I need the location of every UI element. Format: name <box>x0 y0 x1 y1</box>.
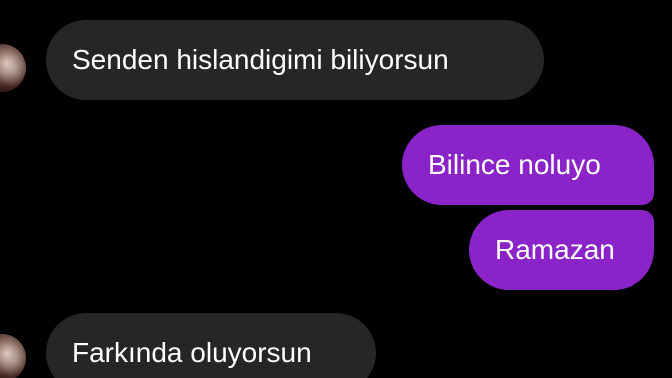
incoming-message-bubble[interactable]: Senden hislandigimi biliyorsun <box>46 20 544 100</box>
message-text: Bilince noluyo <box>428 149 601 180</box>
message-text: Farkında oluyorsun <box>72 337 312 368</box>
message-text: Ramazan <box>495 234 615 265</box>
outgoing-message-bubble[interactable]: Ramazan <box>469 210 654 290</box>
sender-avatar[interactable] <box>0 334 26 378</box>
message-text: Senden hislandigimi biliyorsun <box>72 44 449 75</box>
incoming-message-bubble[interactable]: Farkında oluyorsun <box>46 313 376 378</box>
sender-avatar[interactable] <box>0 44 26 92</box>
outgoing-message-bubble[interactable]: Bilince noluyo <box>402 125 654 205</box>
chat-thread: Senden hislandigimi biliyorsun Bilince n… <box>0 0 672 378</box>
